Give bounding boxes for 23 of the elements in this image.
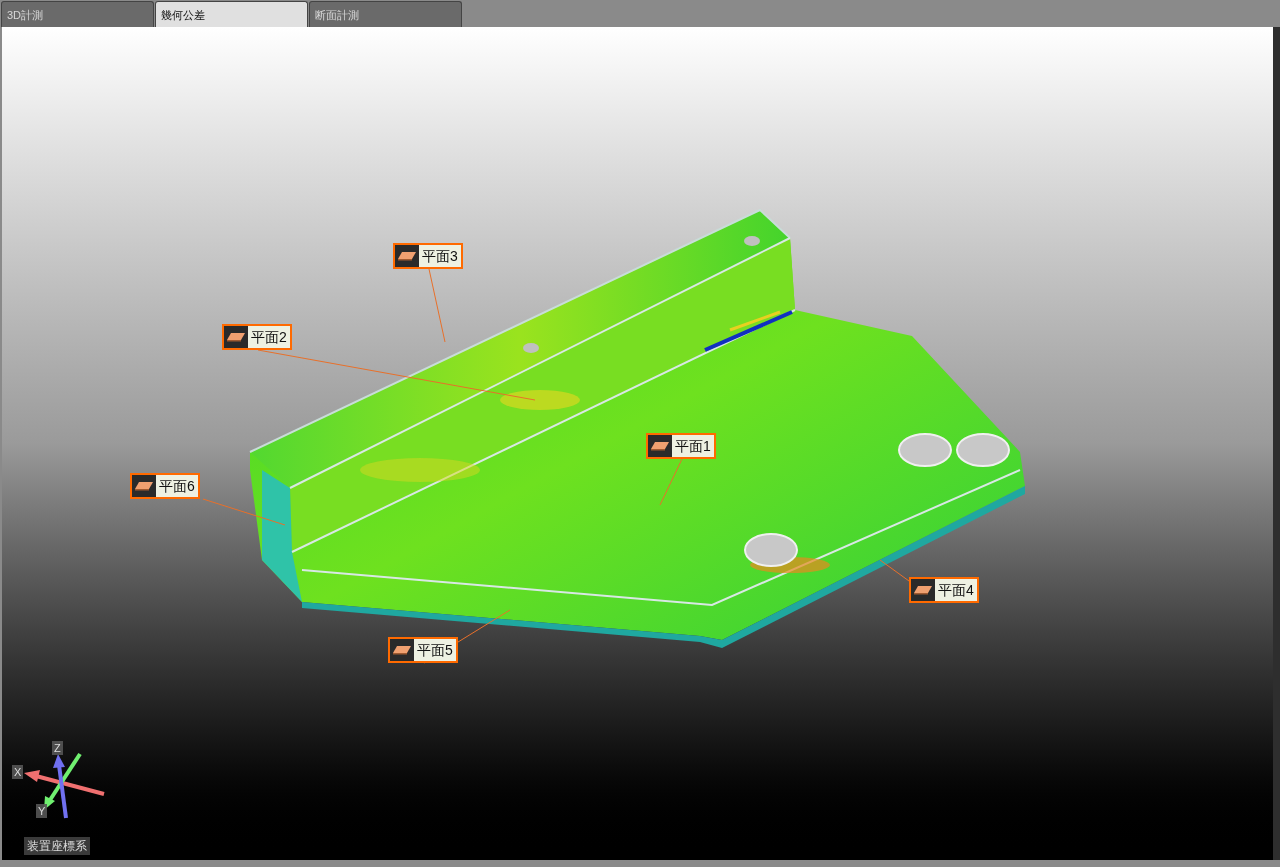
z-axis-arrow (53, 754, 68, 819)
callout-label: 平面5 (416, 640, 454, 660)
y-axis-label: Y (36, 804, 48, 818)
plane-icon (132, 475, 156, 497)
tab[interactable]: 断面計測 (309, 1, 462, 27)
x-axis-label: X (12, 765, 24, 779)
tab[interactable]: 幾何公差 (155, 1, 308, 27)
tab[interactable]: 3D計測 (1, 1, 154, 27)
callout-label: 平面1 (674, 436, 712, 456)
callout-label: 平面3 (421, 246, 459, 266)
plane-icon (390, 639, 414, 661)
plane-icon (648, 435, 672, 457)
plane-icon (224, 326, 248, 348)
plane-icon (911, 579, 935, 601)
y-axis-arrow (44, 752, 82, 810)
callout-label: 平面4 (937, 580, 975, 600)
leader-line (659, 458, 683, 506)
leader-line (879, 559, 910, 582)
callout-label: 平面6 (158, 476, 196, 496)
plane-icon (395, 245, 419, 267)
z-axis-label: Z (52, 741, 63, 755)
callout-label: 平面2 (250, 327, 288, 347)
coordinate-system-caption: 装置座標系 (24, 837, 90, 855)
